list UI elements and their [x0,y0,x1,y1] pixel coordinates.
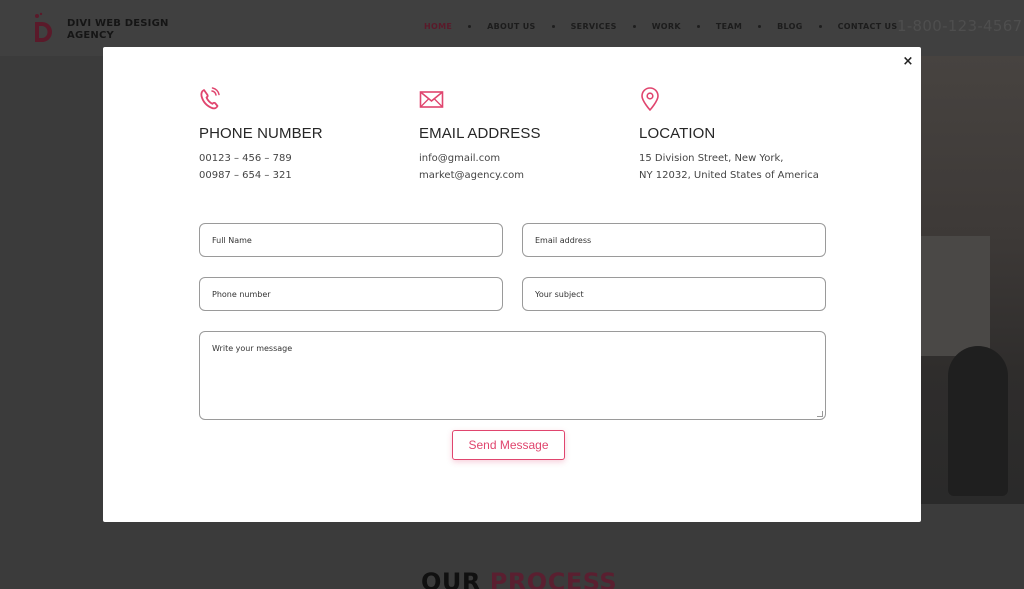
brand-name: DIVI WEB DESIGN AGENCY [67,18,169,41]
nav-separator [551,25,555,28]
location-pin-icon [641,87,659,111]
subject-field [522,277,826,311]
nav-item-team[interactable]: TEAM [716,22,742,31]
nav-item-services[interactable]: SERVICES [571,22,617,31]
phone-line-2[interactable]: 00987 – 654 – 321 [199,167,399,184]
phone-input[interactable] [200,278,502,310]
nav-item-home[interactable]: HOME [424,22,452,31]
nav-item-work[interactable]: WORK [652,22,681,31]
email-field [522,223,826,257]
close-button[interactable]: × [901,55,915,69]
email-line-1[interactable]: info@gmail.com [419,150,619,167]
nav-item-about-us[interactable]: ABOUT US [487,22,536,31]
nav-separator [818,25,822,28]
header-phone-number[interactable]: 1-800-123-4567 [897,17,1022,35]
nav-separator [696,25,700,28]
phone-field [199,277,503,311]
info-title-location: LOCATION [639,125,716,142]
info-location: LOCATION 15 Division Street, New York, N… [639,87,839,184]
main-nav: HOME ABOUT US SERVICES WORK TEAM BLOG CO… [424,22,897,31]
message-field [199,331,826,420]
nav-item-contact-us[interactable]: CONTACT US [838,22,898,31]
nav-separator [468,25,472,28]
section-heading-word-2: PROCESS [489,568,618,589]
info-title-phone: PHONE NUMBER [199,125,323,142]
section-heading-our-process: OUR PROCESS [421,568,617,589]
location-line-2: NY 12032, United States of America [639,170,819,181]
message-textarea[interactable] [200,332,825,419]
location-line-1: 15 Division Street, New York, [639,153,784,164]
send-message-button[interactable]: Send Message [452,430,565,460]
phone-line-1[interactable]: 00123 – 456 – 789 [199,150,399,167]
full-name-input[interactable] [200,224,502,256]
email-input[interactable] [523,224,825,256]
background-wall [920,236,990,356]
background-photo [920,56,1024,504]
phone-icon [200,87,220,110]
section-heading-word-1: OUR [421,568,481,589]
email-icon [419,91,444,108]
info-title-email: EMAIL ADDRESS [419,125,541,142]
full-name-field [199,223,503,257]
nav-item-blog[interactable]: BLOG [777,22,802,31]
background-chair [948,346,1008,496]
nav-separator [758,25,762,28]
contact-modal: × PHONE NUMBER 00123 – 456 – 789 00987 –… [103,47,921,522]
logo [35,12,52,42]
info-phone: PHONE NUMBER 00123 – 456 – 789 00987 – 6… [199,87,399,184]
resize-handle[interactable] [817,411,823,417]
subject-input[interactable] [523,278,825,310]
nav-separator [632,25,636,28]
email-line-2[interactable]: market@agency.com [419,167,619,184]
info-email: EMAIL ADDRESS info@gmail.com market@agen… [419,87,619,184]
